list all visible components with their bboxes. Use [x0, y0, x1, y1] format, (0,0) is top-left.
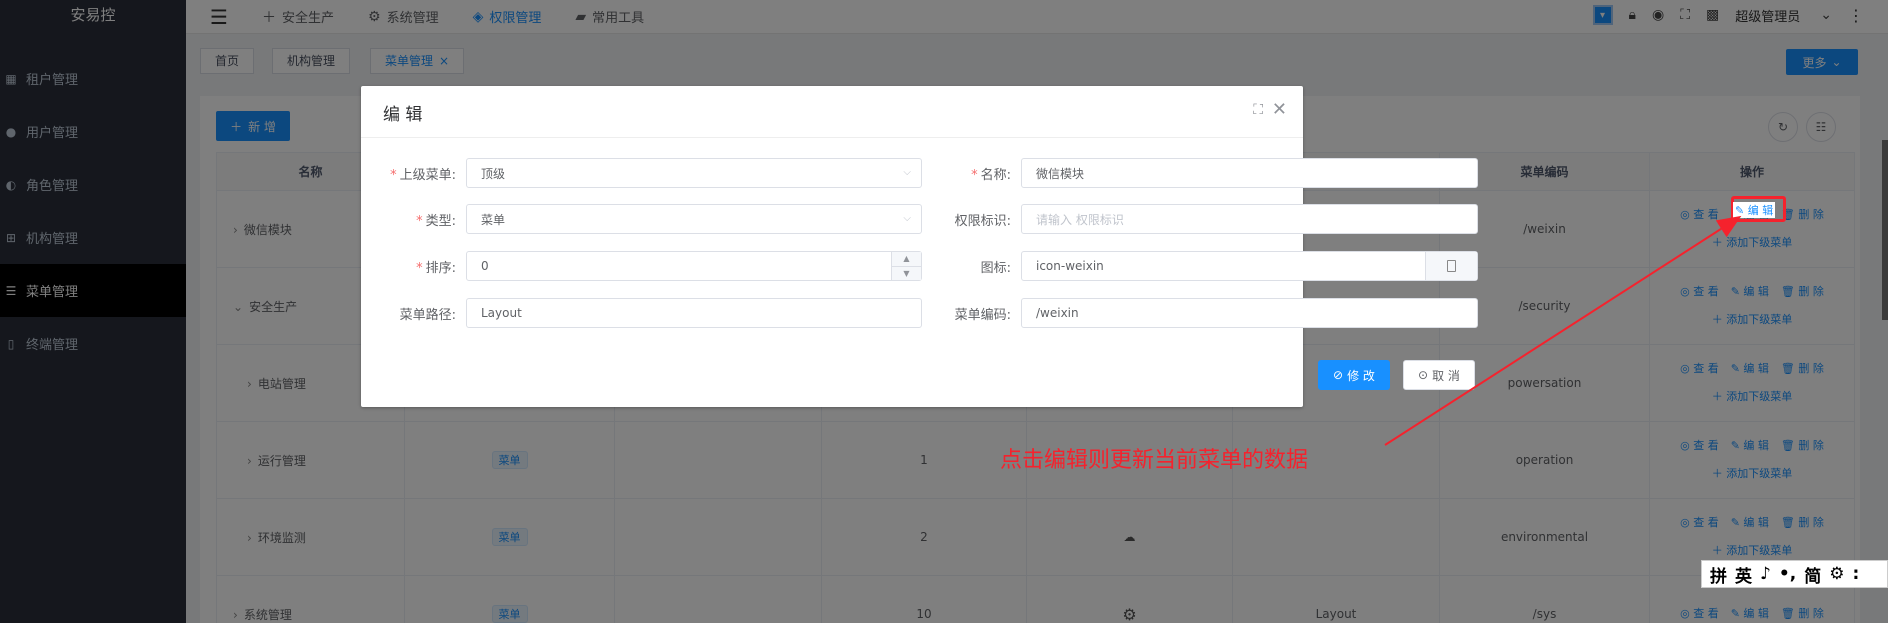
field-parent: * 上级菜单: 顶级 ⌵: [361, 158, 922, 188]
field-label: 权限标识:: [954, 213, 1011, 229]
submit-label: 修 改: [1347, 368, 1375, 383]
dialog-title: 编 辑: [383, 105, 423, 125]
icon-input[interactable]: icon-weixin: [1021, 251, 1478, 281]
submit-button[interactable]: ⊘ 修 改: [1318, 360, 1390, 390]
ime-moon[interactable]: ♪: [1760, 564, 1771, 584]
code-value: /weixin: [1036, 306, 1079, 320]
field-icon: 图标: icon-weixin: [916, 251, 1478, 281]
edit-link-highlighted[interactable]: ✎ 编 辑: [1733, 202, 1776, 218]
ime-pinyin[interactable]: 拼: [1710, 562, 1727, 587]
parent-select[interactable]: 顶级 ⌵: [466, 158, 922, 188]
field-code: 菜单编码: /weixin: [916, 298, 1478, 328]
ime-toolbar[interactable]: 拼 英 ♪ •, 简 ⚙ :: [1701, 560, 1888, 588]
cancel-circle-icon: ⊙: [1418, 368, 1429, 382]
annotation-text: 点击编辑则更新当前菜单的数据: [1000, 448, 1309, 473]
name-input[interactable]: 微信模块: [1021, 158, 1478, 188]
type-value: 菜单: [481, 212, 506, 227]
ime-settings[interactable]: ⚙: [1829, 564, 1844, 584]
field-label: * 名称:: [971, 167, 1011, 183]
clipboard-icon: [1447, 260, 1456, 272]
dialog-header: 编 辑 ⛶ ✕: [361, 86, 1303, 138]
sort-value: 0: [481, 259, 489, 273]
ime-english[interactable]: 英: [1735, 562, 1752, 587]
path-input[interactable]: Layout: [466, 298, 922, 328]
field-perm: 权限标识: 请输入 权限标识: [916, 204, 1478, 234]
field-label: 图标:: [980, 260, 1011, 276]
field-label: 菜单路径:: [399, 307, 456, 323]
perm-input[interactable]: 请输入 权限标识: [1021, 204, 1478, 234]
edit-label: 编 辑: [1747, 204, 1774, 217]
field-name: * 名称: 微信模块: [916, 158, 1478, 188]
fullscreen-icon[interactable]: ⛶: [1253, 102, 1263, 118]
edit-dialog: 编 辑 ⛶ ✕: [361, 86, 1303, 407]
perm-placeholder: 请输入 权限标识: [1036, 212, 1124, 227]
code-input[interactable]: /weixin: [1021, 298, 1478, 328]
field-sort: * 排序: 0 ▲ ▼: [361, 251, 922, 281]
field-path: 菜单路径: Layout: [361, 298, 922, 328]
path-value: Layout: [481, 306, 522, 320]
field-type: * 类型: 菜单 ⌵: [361, 204, 922, 234]
sort-stepper[interactable]: 0 ▲ ▼: [466, 251, 922, 281]
chevron-down-icon: ⌵: [903, 167, 911, 178]
field-label: 菜单编码:: [954, 307, 1011, 323]
cancel-button[interactable]: ⊙ 取 消: [1403, 360, 1475, 390]
ime-punct[interactable]: •,: [1779, 564, 1796, 584]
field-label: * 类型:: [416, 213, 456, 229]
icon-value: icon-weixin: [1036, 259, 1104, 273]
chevron-down-icon: ⌵: [903, 213, 911, 224]
parent-value: 顶级: [481, 166, 506, 181]
name-value: 微信模块: [1036, 166, 1085, 181]
close-icon[interactable]: ✕: [1272, 99, 1287, 120]
field-label: * 上级菜单:: [390, 167, 456, 183]
icon-picker-button[interactable]: [1425, 252, 1477, 280]
field-label: * 排序:: [416, 260, 456, 276]
type-select[interactable]: 菜单 ⌵: [466, 204, 922, 234]
ime-simplified[interactable]: 简: [1804, 562, 1821, 587]
cancel-label: 取 消: [1432, 368, 1460, 383]
ime-more[interactable]: :: [1852, 564, 1859, 584]
check-circle-icon: ⊘: [1333, 368, 1344, 382]
